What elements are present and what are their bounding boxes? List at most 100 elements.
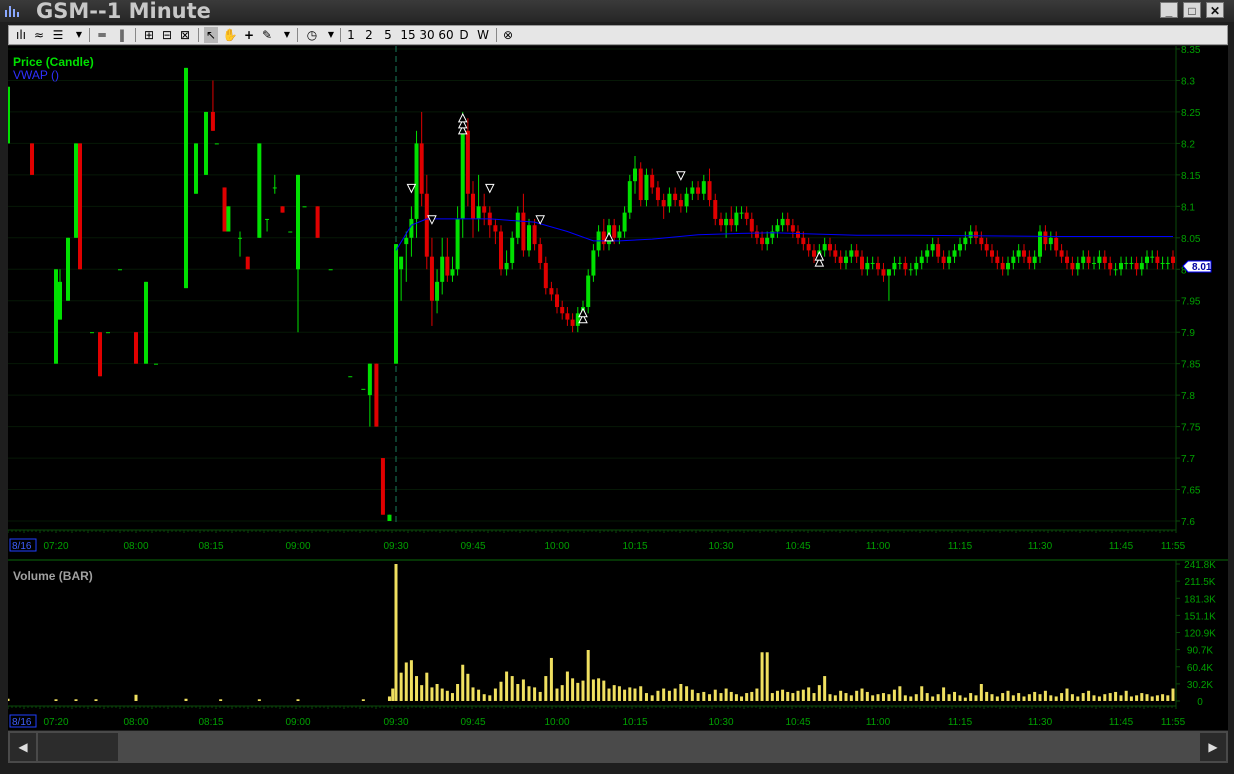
chart-settings-icon[interactable]: ☰	[50, 27, 66, 43]
candle-body	[58, 281, 62, 320]
price-y-tick-label: 8.05	[1181, 234, 1201, 245]
time-tick-label: 11:45	[1109, 541, 1134, 552]
volume-bar	[394, 564, 398, 701]
zoom-in-icon[interactable]: ⊞	[142, 27, 156, 43]
volume-bar	[876, 694, 880, 701]
time-tick-label: 09:30	[383, 541, 408, 552]
candle-body	[380, 458, 385, 515]
volume-bar	[1145, 694, 1149, 701]
time-tick-label: 08:15	[198, 541, 223, 552]
candle-body	[801, 237, 806, 245]
interval-dropdown-icon[interactable]: ▼	[326, 27, 336, 43]
candle-body	[394, 244, 398, 364]
pointer-tool-icon[interactable]: ↖	[204, 27, 218, 43]
interval-1-button[interactable]: 1	[345, 27, 357, 43]
close-button[interactable]: ✕	[1206, 2, 1224, 18]
maximize-button[interactable]: □	[1183, 2, 1201, 18]
toolbar-separator	[297, 28, 298, 42]
candle-body	[865, 262, 870, 270]
candle-body	[245, 256, 250, 270]
volume-bar	[1092, 695, 1096, 701]
interval-15-button[interactable]: 15	[400, 27, 416, 43]
interval-60-button[interactable]: 60	[438, 27, 454, 43]
candle-body	[806, 244, 811, 251]
candle-body	[860, 256, 864, 270]
volume-bar	[1114, 691, 1118, 701]
candle-body	[90, 332, 94, 334]
candle-body	[838, 256, 843, 263]
time-tick-label: 08:15	[198, 717, 223, 728]
vertical-layout-icon[interactable]: ‖	[115, 27, 129, 43]
interval-daily-button[interactable]: D	[458, 27, 470, 43]
candle-body	[995, 256, 1000, 263]
buy-signal-marker	[578, 307, 588, 318]
interval-5-button[interactable]: 5	[382, 27, 394, 43]
sell-signal-marker	[484, 183, 495, 194]
interval-weekly-button[interactable]: W	[476, 27, 490, 43]
volume-bar	[628, 687, 632, 701]
horizontal-scrollbar[interactable]: ◀ ▶	[8, 731, 1228, 763]
candle-body	[729, 218, 734, 226]
volume-bar	[979, 684, 983, 701]
interval-30-button[interactable]: 30	[419, 27, 435, 43]
candle-body	[257, 143, 262, 238]
candle-body	[650, 174, 655, 188]
candle-body	[1150, 256, 1155, 258]
candle-body	[1048, 237, 1053, 245]
time-tick-label: 11:55	[1161, 541, 1186, 552]
candle-body	[1059, 250, 1064, 257]
crosshair-tool-icon[interactable]: +	[242, 27, 256, 43]
volume-bar	[94, 699, 98, 701]
scroll-right-arrow-icon[interactable]: ▶	[1200, 733, 1226, 761]
bar-chart-style-icon[interactable]: ılı	[14, 27, 28, 43]
date-tag-label: 8/16	[12, 541, 32, 552]
candle-body	[465, 130, 470, 194]
volume-bar	[612, 685, 616, 701]
candle-body	[532, 225, 537, 245]
candle-body	[1011, 256, 1016, 263]
candle-body	[1016, 250, 1021, 257]
candle-body	[348, 376, 353, 378]
volume-bar	[969, 693, 973, 701]
volume-bar	[565, 671, 569, 701]
style-dropdown-icon[interactable]: ▼	[74, 27, 84, 43]
pencil-tool-icon[interactable]: ✎	[260, 27, 274, 43]
last-price-tag: 8.01	[1182, 260, 1212, 273]
line-chart-style-icon[interactable]: ≈	[32, 27, 46, 43]
volume-bar	[860, 688, 864, 701]
cancel-icon[interactable]: ⊗	[501, 27, 515, 43]
candle-body	[424, 193, 429, 257]
candle-body	[780, 218, 785, 226]
volume-bar	[1166, 695, 1170, 701]
candle-body	[812, 250, 816, 257]
price-y-tick-label: 7.6	[1181, 517, 1195, 528]
price-volume-chart[interactable]: 8.358.38.258.28.158.18.0587.957.97.857.8…	[6, 45, 1228, 730]
volume-bar	[576, 682, 580, 701]
candle-body	[1027, 256, 1032, 263]
chart-toolbar: ılı ≈ ☰ ▼ ═ ‖ ⊞ ⊟ ⊠ ↖ ✋ + ✎ ▼ ◷ ▼ 1 2 5 …	[8, 25, 1228, 45]
tools-dropdown-icon[interactable]: ▼	[282, 27, 292, 43]
horizontal-layout-icon[interactable]: ═	[95, 27, 109, 43]
time-tick-label: 07:20	[43, 717, 68, 728]
interval-2-button[interactable]: 2	[363, 27, 375, 43]
hand-tool-icon[interactable]: ✋	[222, 27, 238, 43]
scroll-left-arrow-icon[interactable]: ◀	[10, 733, 36, 761]
volume-bar	[925, 693, 929, 701]
candle-body	[854, 250, 859, 257]
price-y-tick-label: 7.9	[1181, 328, 1195, 339]
zoom-fit-icon[interactable]: ⊠	[178, 27, 192, 43]
volume-bar	[985, 691, 989, 701]
volume-bar	[219, 699, 223, 701]
candle-body	[460, 130, 465, 219]
scroll-thumb[interactable]	[38, 733, 118, 761]
minimize-button[interactable]: _	[1160, 2, 1178, 18]
interval-clock-icon[interactable]: ◷	[304, 27, 320, 43]
candle-body	[936, 244, 941, 257]
time-tick-label: 08:00	[123, 541, 148, 552]
time-tick-label: 09:00	[285, 541, 310, 552]
zoom-out-icon[interactable]: ⊟	[160, 27, 174, 43]
chart-app-icon	[5, 6, 19, 17]
volume-bar	[505, 671, 509, 701]
volume-bar	[1124, 690, 1128, 701]
candle-body	[1092, 262, 1096, 264]
